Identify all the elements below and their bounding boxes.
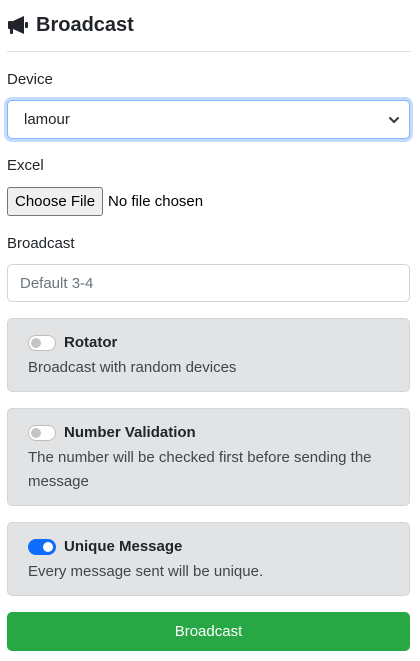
device-select-value: lamour: [24, 111, 70, 128]
rotator-title: Rotator: [64, 334, 118, 351]
broadcast-label: Broadcast: [7, 235, 75, 252]
device-select[interactable]: lamour: [7, 100, 410, 139]
megaphone-icon: [8, 16, 28, 34]
page-header: Broadcast: [7, 12, 134, 38]
broadcast-submit-button[interactable]: Broadcast: [7, 612, 410, 651]
number-validation-toggle[interactable]: [28, 424, 56, 441]
broadcast-input-placeholder: Default 3-4: [20, 274, 94, 292]
number-validation-description: The number will be checked first before …: [28, 449, 372, 490]
unique-message-card: Unique Message Every message sent will b…: [7, 522, 410, 596]
rotator-description: Broadcast with random devices: [28, 359, 237, 376]
number-validation-title: Number Validation: [64, 424, 196, 441]
file-status: No file chosen: [108, 193, 204, 210]
unique-message-title: Unique Message: [64, 538, 183, 555]
rotator-card: Rotator Broadcast with random devices: [7, 318, 410, 392]
device-label: Device: [7, 71, 53, 88]
broadcast-input[interactable]: Default 3-4: [7, 264, 410, 302]
header-divider: [7, 51, 411, 52]
chevron-down-icon: [389, 117, 399, 123]
unique-message-toggle[interactable]: [28, 538, 56, 555]
excel-file-input: Choose File No file chosen: [7, 187, 203, 216]
number-validation-card: Number Validation The number will be che…: [7, 408, 410, 506]
choose-file-button[interactable]: Choose File: [7, 187, 104, 216]
page-title: Broadcast: [36, 13, 134, 36]
excel-label: Excel: [7, 157, 44, 174]
rotator-toggle[interactable]: [28, 334, 56, 351]
unique-message-description: Every message sent will be unique.: [28, 563, 264, 580]
